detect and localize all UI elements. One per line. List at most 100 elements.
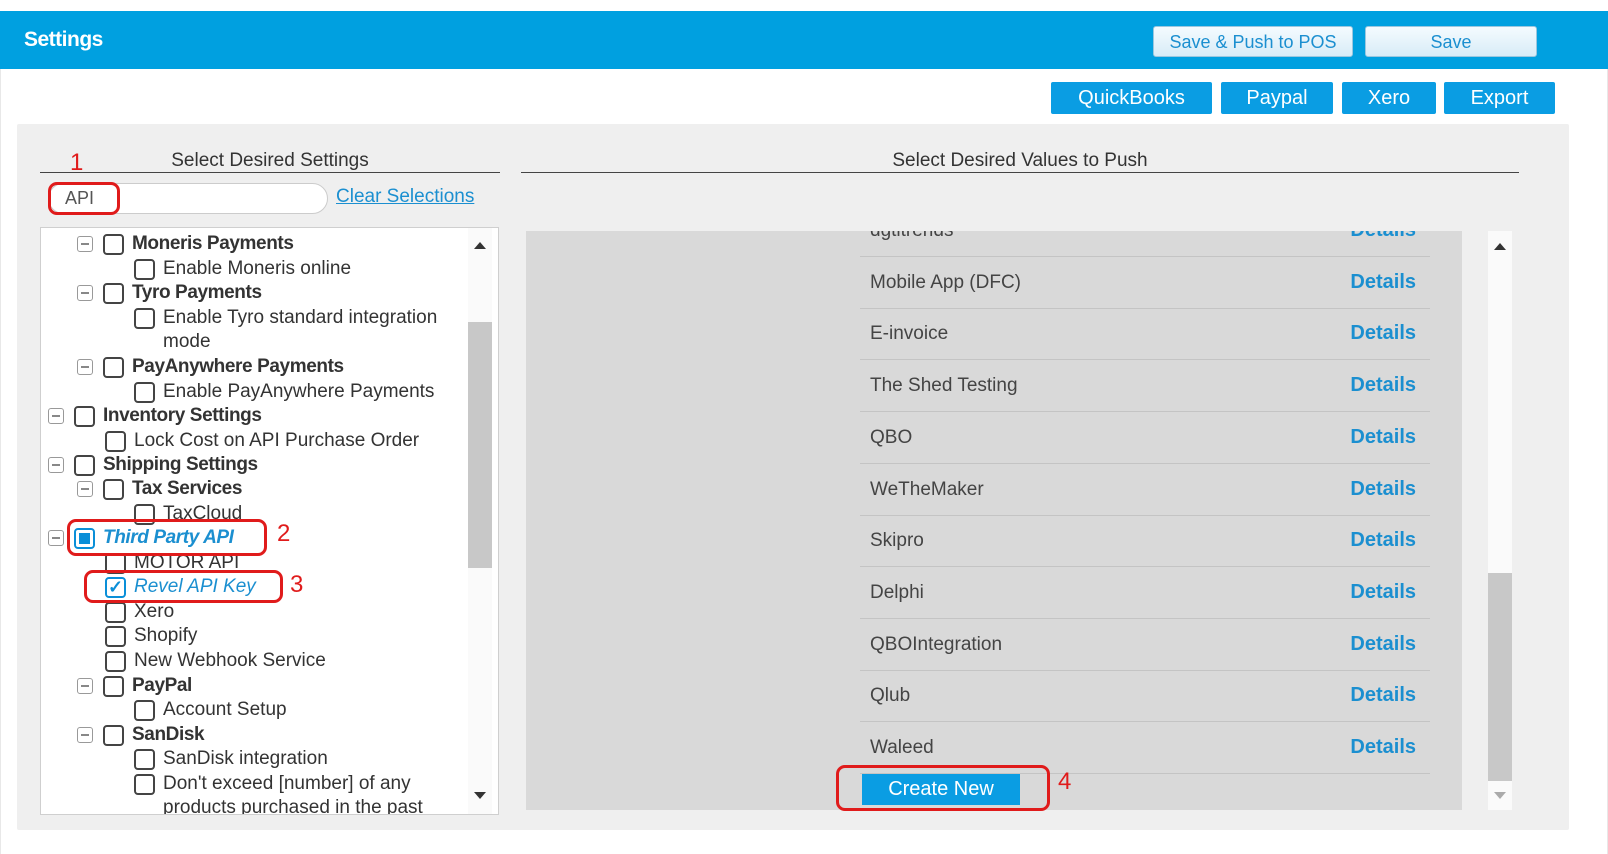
scroll-down-icon[interactable] (1494, 792, 1506, 799)
collapse-minus-icon[interactable] (77, 481, 93, 497)
checkbox[interactable] (134, 307, 155, 329)
tree-item-label: mode (163, 331, 211, 352)
tree-item-label: Enable Tyro standard integration (163, 307, 438, 328)
checkbox[interactable] (103, 282, 124, 304)
tree-item[interactable]: Lock Cost on API Purchase Order (105, 429, 419, 453)
checkbox[interactable] (134, 748, 155, 770)
tree-item-label: Tyro Payments (132, 282, 262, 303)
tree-item-label: New Webhook Service (134, 650, 326, 671)
tree-item[interactable]: SanDisk integration (134, 747, 328, 771)
tree-item-label: Shopify (134, 625, 198, 646)
annotation-box-1 (48, 182, 120, 215)
details-link[interactable]: Details (1350, 271, 1416, 294)
annotation-number-3: 3 (290, 571, 304, 598)
checkbox[interactable] (103, 724, 124, 746)
tree-item[interactable]: Inventory Settings (48, 404, 262, 428)
quickbooks-button[interactable]: QuickBooks (1051, 82, 1212, 114)
tree-item[interactable]: SanDisk (77, 723, 205, 747)
tree-item-label: Enable Moneris online (163, 258, 352, 279)
details-link[interactable]: Details (1350, 684, 1416, 707)
checkbox[interactable] (134, 699, 155, 721)
paypal-button[interactable]: Paypal (1221, 82, 1333, 114)
checkbox[interactable] (103, 478, 124, 500)
tree-item-label: products purchased in the past (163, 797, 423, 815)
tree-scroll-thumb[interactable] (468, 322, 492, 568)
right-section-divider (521, 172, 1519, 173)
details-link[interactable]: Details (1350, 322, 1416, 345)
collapse-minus-icon[interactable] (77, 678, 93, 694)
tree-item[interactable]: Don't exceed [number] of any (134, 772, 411, 796)
xero-button[interactable]: Xero (1342, 82, 1436, 114)
details-link[interactable]: Details (1350, 231, 1416, 242)
collapse-minus-icon[interactable] (48, 457, 64, 473)
tree-item[interactable]: Shopify (105, 624, 197, 648)
clear-selections-link[interactable]: Clear Selections (336, 186, 474, 208)
tree-item[interactable]: Tyro Payments (77, 281, 262, 305)
tree-scrollbar[interactable] (468, 228, 492, 814)
collapse-minus-icon[interactable] (48, 408, 64, 424)
export-button[interactable]: Export (1444, 82, 1555, 114)
tree-item[interactable]: Tax Services (77, 477, 242, 501)
scroll-up-icon[interactable] (474, 242, 486, 249)
collapse-minus-icon[interactable] (48, 530, 64, 546)
tree-item[interactable]: Moneris Payments (77, 232, 294, 256)
collapse-minus-icon[interactable] (77, 727, 93, 743)
value-row: Qlub Details (860, 670, 1430, 723)
tree-item[interactable]: mode (163, 330, 211, 354)
tree-item[interactable]: PayAnywhere Payments (77, 355, 344, 379)
value-row: WeTheMaker Details (860, 464, 1430, 516)
right-section-title: Select Desired Values to Push (892, 150, 1148, 171)
values-list-container: dgtltrends Details Mobile App (DFC) Details… (526, 231, 1462, 810)
tree-item[interactable]: Enable Tyro standard integration (134, 306, 437, 330)
details-link[interactable]: Details (1350, 633, 1416, 656)
tree-item-label: PayAnywhere Payments (132, 356, 344, 377)
save-push-button[interactable]: Save & Push to POS (1153, 26, 1353, 57)
value-row: QBOIntegration Details (860, 619, 1430, 671)
save-button[interactable]: Save (1365, 26, 1537, 57)
scroll-up-icon[interactable] (1494, 243, 1506, 250)
checkbox[interactable] (105, 601, 126, 623)
checkbox[interactable] (134, 773, 155, 795)
checkbox[interactable] (105, 650, 126, 672)
values-scrollbar[interactable] (1488, 231, 1512, 810)
checkbox[interactable] (134, 258, 155, 280)
checkbox[interactable] (103, 356, 124, 378)
tree-item[interactable]: New Webhook Service (105, 649, 326, 673)
annotation-box-2 (67, 519, 267, 556)
details-link[interactable]: Details (1350, 736, 1416, 759)
tree-item[interactable]: Shipping Settings (48, 453, 258, 477)
scroll-down-icon[interactable] (474, 792, 486, 799)
checkbox[interactable] (105, 430, 126, 452)
checkbox[interactable] (134, 381, 155, 403)
values-scroll-thumb[interactable] (1488, 573, 1512, 781)
tree-item-label: PayPal (132, 675, 192, 696)
tree-item[interactable]: PayPal (77, 674, 192, 698)
tree-item-label: Enable PayAnywhere Payments (163, 381, 435, 402)
collapse-minus-icon[interactable] (77, 359, 93, 375)
annotation-box-4 (836, 765, 1050, 811)
checkbox[interactable] (74, 454, 95, 476)
collapse-minus-icon[interactable] (77, 236, 93, 252)
tree-item[interactable]: products purchased in the past (163, 796, 423, 815)
tree-item[interactable]: Enable Moneris online (134, 257, 351, 281)
checkbox[interactable] (74, 405, 95, 427)
tree-item-label: Account Setup (163, 699, 287, 720)
tree-item[interactable]: Enable PayAnywhere Payments (134, 380, 434, 404)
value-name: dgtltrends (870, 231, 953, 242)
tree-item-label: Tax Services (132, 478, 242, 499)
details-link[interactable]: Details (1350, 374, 1416, 397)
details-link[interactable]: Details (1350, 478, 1416, 501)
details-link[interactable]: Details (1350, 581, 1416, 604)
tree-item[interactable]: Account Setup (134, 698, 287, 722)
value-row: Delphi Details (860, 567, 1430, 619)
value-row: The Shed Testing Details (860, 360, 1430, 413)
details-link[interactable]: Details (1350, 426, 1416, 449)
value-name: Delphi (870, 581, 924, 603)
collapse-minus-icon[interactable] (77, 285, 93, 301)
left-section-title: Select Desired Settings (171, 150, 369, 171)
checkbox[interactable] (105, 625, 126, 647)
checkbox[interactable] (103, 675, 124, 697)
checkbox[interactable] (103, 233, 124, 255)
tree-item[interactable]: Xero (105, 600, 174, 624)
details-link[interactable]: Details (1350, 529, 1416, 552)
